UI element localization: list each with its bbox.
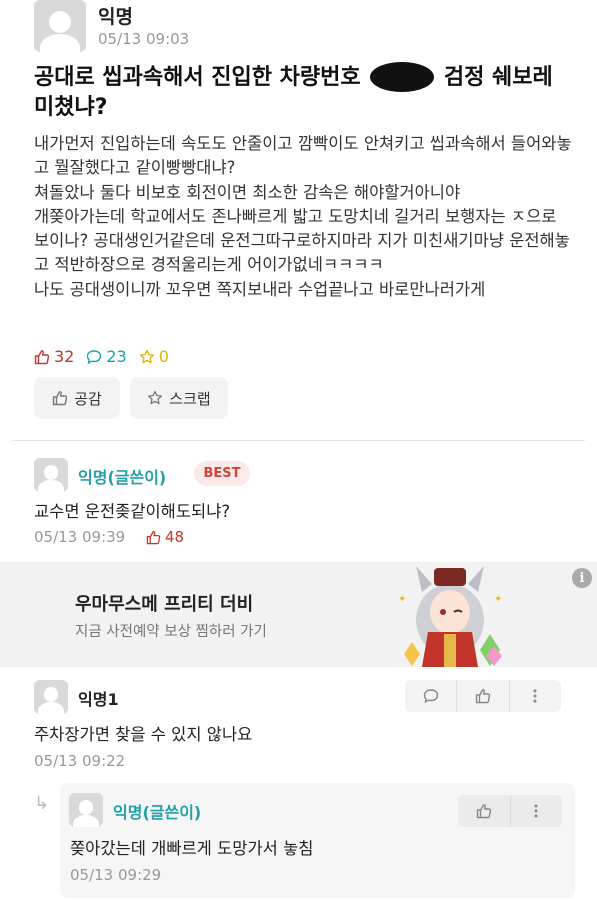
comment-text: 교수면 운전좆같이해도되냐? xyxy=(34,502,231,521)
like-count-value: 32 xyxy=(54,347,75,366)
speech-bubble-icon xyxy=(87,349,102,364)
comment-time: 05/13 09:22 xyxy=(34,752,126,770)
ad-info-icon[interactable]: i xyxy=(572,568,592,588)
post-title: 공대로 씹과속해서 진입한 차량번호 검정 쉐보레 미쳤냐? xyxy=(34,62,574,123)
star-icon xyxy=(139,349,154,363)
comment-like-value: 48 xyxy=(165,528,185,546)
star-icon xyxy=(148,390,163,405)
thumbs-up-icon xyxy=(52,391,68,406)
svg-text:✦: ✦ xyxy=(494,594,502,605)
reply-like-button[interactable] xyxy=(458,795,510,827)
comment-author: 익명1 xyxy=(78,690,119,709)
scrap-count-value: 0 xyxy=(158,347,169,366)
thumbs-up-icon xyxy=(146,530,161,544)
comment-author: 익명(글쓴이) xyxy=(78,468,167,487)
reply-comment: 익명(글쓴이) 쫒아갔는데 개빠르게 도망가서 놓침 05/13 09:29 xyxy=(60,783,575,898)
like-button[interactable]: 공감 xyxy=(34,377,120,419)
comment-count: 23 xyxy=(86,347,127,366)
post-title-before: 공대로 씹과속해서 진입한 차량번호 xyxy=(34,65,369,90)
like-count: 32 xyxy=(34,347,74,366)
post-author: 익명 xyxy=(98,6,133,28)
reply-arrow-icon: ↳ xyxy=(34,793,50,814)
comment-time: 05/13 09:39 xyxy=(34,528,126,546)
reply-actions xyxy=(458,795,562,827)
ad-banner[interactable]: 우마무스메 프리티 더비 지금 사전예약 보상 찜하러 가기 ✦ ✦ i xyxy=(0,562,597,667)
more-vertical-icon xyxy=(533,689,537,703)
post-author-avatar xyxy=(34,0,86,52)
comment-count-value: 23 xyxy=(106,347,127,366)
more-vertical-icon xyxy=(534,804,538,818)
comment-like-button[interactable] xyxy=(456,680,508,712)
thumbs-up-icon xyxy=(34,349,50,364)
scrap-button-label: 스크랩 xyxy=(169,389,211,408)
post-divider xyxy=(12,440,585,441)
speech-bubble-icon xyxy=(423,689,438,704)
comment-actions xyxy=(405,680,561,712)
like-button-label: 공감 xyxy=(74,389,102,408)
post-body: 내가먼저 진입하는데 속도도 안줄이고 깜빡이도 안쳐키고 씹과속해서 들어와놓… xyxy=(34,134,572,299)
comment-more-button[interactable] xyxy=(508,680,561,712)
post-stats: 32 23 0 xyxy=(34,347,181,366)
comment-avatar xyxy=(34,680,68,714)
comment-avatar xyxy=(34,458,68,492)
reply-time: 05/13 09:29 xyxy=(70,866,162,884)
reply-button[interactable] xyxy=(405,680,456,712)
reply-text: 쫒아갔는데 개빠르게 도망가서 놓침 xyxy=(70,839,314,858)
reply-author: 익명(글쓴이) xyxy=(113,803,202,822)
post-time: 05/13 09:03 xyxy=(98,30,190,48)
reply-more-button[interactable] xyxy=(509,795,563,827)
redacted-plate-scribble xyxy=(370,62,435,92)
comment-text: 주차장가면 찾을 수 있지 않나요 xyxy=(34,725,253,744)
reply-avatar xyxy=(69,793,103,827)
thumbs-up-icon xyxy=(476,804,491,819)
ad-character-illustration: ✦ ✦ xyxy=(398,566,502,667)
scrap-button[interactable]: 스크랩 xyxy=(130,377,228,419)
scrap-count: 0 xyxy=(139,347,169,366)
ad-subtitle: 지금 사전예약 보상 찜하러 가기 xyxy=(75,624,267,640)
svg-text:✦: ✦ xyxy=(398,594,406,605)
best-badge: BEST xyxy=(194,461,250,486)
thumbs-up-icon xyxy=(475,689,491,704)
comment-like-count: 48 xyxy=(146,528,184,546)
ad-title: 우마무스메 프리티 더비 xyxy=(75,594,254,615)
